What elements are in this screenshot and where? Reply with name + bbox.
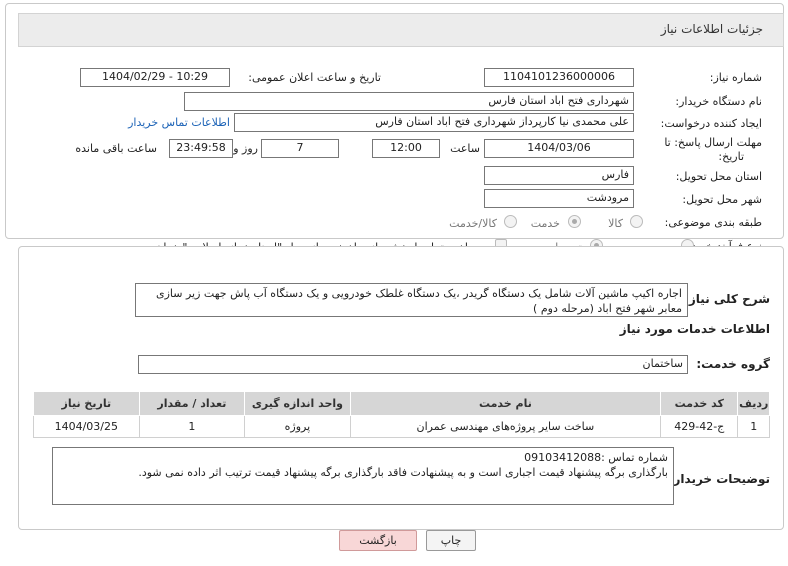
print-button[interactable]: چاپ [426, 530, 476, 551]
deadline-date-field[interactable]: 1404/03/06 [484, 139, 634, 158]
deadline-time-field[interactable]: 12:00 [372, 139, 440, 158]
cell-service-code: ج-42-429 [660, 415, 739, 438]
buyer-org-label: نام دستگاه خریدار: [675, 95, 762, 108]
city-label: شهر محل تحویل: [682, 193, 762, 206]
service-group-label: گروه خدمت: [696, 357, 770, 371]
col-service-name: نام خدمت [349, 391, 662, 416]
category-radio-goods-service[interactable] [504, 215, 517, 228]
cell-need-date: 1404/03/25 [33, 415, 140, 438]
announce-field[interactable]: 1404/02/29 - 10:29 [80, 68, 230, 87]
col-service-code: کد خدمت [660, 391, 739, 416]
deadline-label-2: تاریخ: [718, 150, 744, 163]
page-title: جزئیات اطلاعات نیاز [660, 22, 763, 36]
category-option-goods-service: کالا/خدمت [449, 217, 497, 230]
buyer-contact-link[interactable]: اطلاعات تماس خریدار [128, 116, 230, 129]
buyer-notes-label: توضیحات خریدار: [668, 472, 770, 486]
cell-service-name: ساخت سایر پروژه‌های مهندسی عمران [349, 415, 662, 438]
back-button[interactable]: بازگشت [339, 530, 417, 551]
col-need-date: تاریخ نیاز [33, 391, 140, 416]
province-label: استان محل تحویل: [675, 170, 762, 183]
days-field[interactable]: 7 [261, 139, 339, 158]
service-group-field[interactable]: ساختمان [138, 355, 688, 374]
remaining-label: ساعت باقی مانده [75, 142, 157, 155]
buyer-notes-line-1: شماره تماس :09103412088 [524, 451, 668, 464]
table-row: 1 ج-42-429 ساخت سایر پروژه‌های مهندسی عم… [33, 415, 770, 438]
cell-unit: پروژه [244, 415, 351, 438]
cell-quantity: 1 [138, 415, 246, 438]
buyer-notes-line-2: بارگذاری برگه پیشنهاد قیمت اجباری است و … [138, 466, 668, 479]
buyer-org-field[interactable]: شهرداری فتح اباد استان فارس [184, 92, 634, 111]
summary-textarea[interactable]: اجاره اکیپ ماشین آلات شامل یک دستگاه گری… [135, 283, 688, 317]
col-quantity: تعداد / مقدار [138, 391, 246, 416]
panel-header: جزئیات اطلاعات نیاز [18, 13, 784, 47]
table-header-row: ردیف کد خدمت نام خدمت واحد اندازه گیری ت… [33, 391, 770, 416]
summary-label: شرح کلی نیاز: [684, 292, 770, 306]
city-field[interactable]: مرودشت [484, 189, 634, 208]
creator-field[interactable]: علی محمدی نیا کارپرداز شهرداری فتح اباد … [234, 113, 634, 132]
province-field[interactable]: فارس [484, 166, 634, 185]
col-row: ردیف [737, 391, 770, 416]
buyer-notes-textarea[interactable]: شماره تماس :09103412088 بارگذاری برگه پی… [52, 447, 674, 505]
col-unit: واحد اندازه گیری [244, 391, 351, 416]
time-label: ساعت [450, 142, 480, 155]
creator-label: ایجاد کننده درخواست: [660, 117, 762, 130]
category-option-goods: کالا [608, 217, 623, 230]
services-table: ردیف کد خدمت نام خدمت واحد اندازه گیری ت… [33, 391, 770, 438]
need-number-field[interactable]: 1104101236000006 [484, 68, 634, 87]
cell-row: 1 [737, 415, 770, 438]
remaining-time-field[interactable]: 23:49:58 [169, 139, 233, 158]
need-number-label: شماره نیاز: [709, 71, 762, 84]
category-label: طبقه بندی موضوعی: [664, 216, 762, 229]
category-radio-service[interactable] [568, 215, 581, 228]
announce-label: تاریخ و ساعت اعلان عمومی: [248, 71, 381, 84]
category-option-service: خدمت [530, 217, 560, 230]
services-section-title: اطلاعات خدمات مورد نیاز [619, 322, 770, 336]
days-label: روز و [233, 142, 258, 155]
category-radio-goods[interactable] [630, 215, 643, 228]
deadline-label-1: مهلت ارسال پاسخ: تا [664, 136, 762, 149]
